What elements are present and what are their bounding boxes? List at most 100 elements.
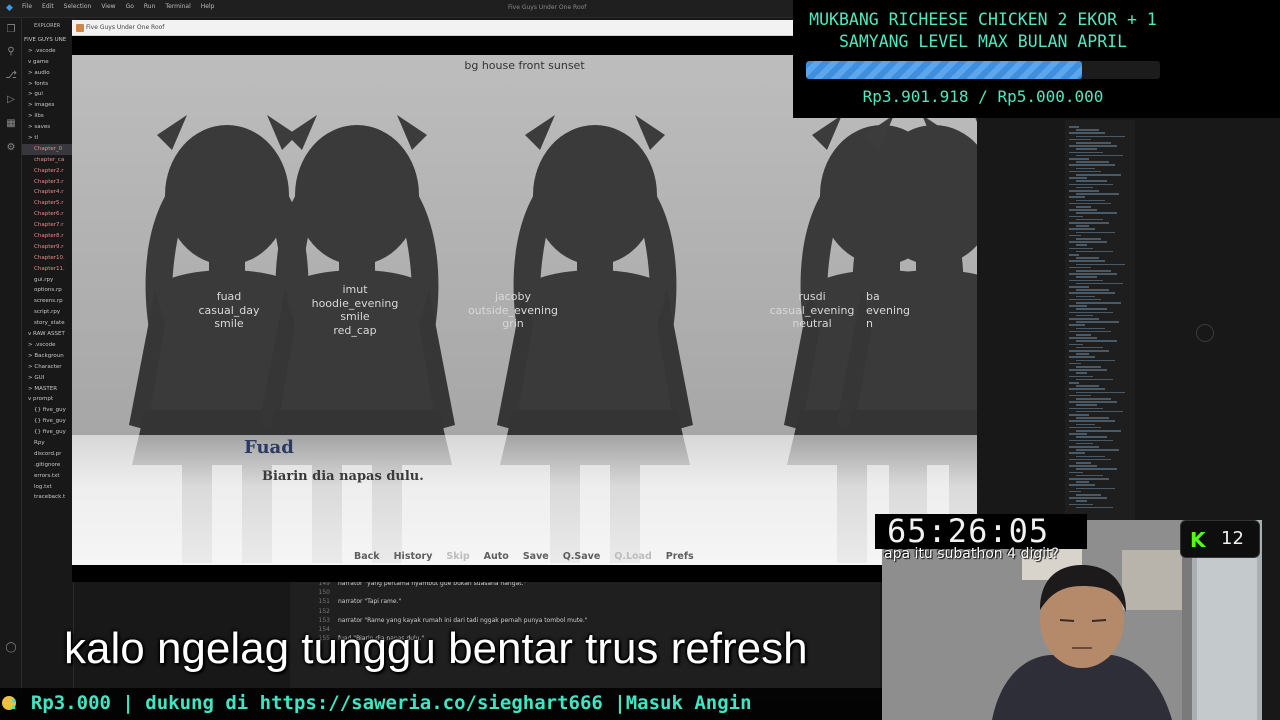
minimap-line [1076,410,1123,413]
explorer-item[interactable]: > audio [22,68,73,79]
minimap-line [1069,330,1111,333]
minimap-line [1069,241,1107,243]
explorer-item[interactable]: Chapter8.r [22,231,73,242]
vscode-menu-item[interactable]: File [22,3,32,10]
explorer-item[interactable]: > .vscode [22,46,73,57]
explorer-item[interactable]: Chapter7.r [22,220,73,231]
explorer-item[interactable]: screens.rp [22,296,73,307]
minimap-line [1069,490,1081,493]
char-label-line: ba [866,290,880,303]
explorer-item[interactable]: > libs [22,111,73,122]
minimap-line [1076,180,1107,182]
char-label-line: rusdi [798,290,826,303]
explorer-item[interactable]: > Backgroun [22,351,73,362]
quick-menu-auto-button[interactable]: Auto [484,551,509,562]
quick-menu-back-button[interactable]: Back [354,551,380,562]
char-label-line: grin [502,317,524,330]
extensions-icon[interactable]: ▦ [5,118,17,130]
explorer-item[interactable]: discord.pr [22,449,73,460]
vscode-menu-item[interactable]: View [101,3,115,10]
vscode-menu-item[interactable]: Run [144,3,156,10]
explorer-item[interactable]: Chapter10. [22,253,73,264]
explorer-item[interactable]: Rpy [22,438,73,449]
vscode-menu-item[interactable]: Selection [64,3,92,10]
vscode-menu-item[interactable]: Terminal [165,3,190,10]
explorer-item[interactable]: > tl [22,133,73,144]
explorer-item[interactable]: > fonts [22,79,73,90]
editor-minimap[interactable] [1065,120,1135,520]
copilot-icon[interactable] [1196,324,1214,342]
explorer-item[interactable]: Chapter2.r [22,166,73,177]
minimap-line [1069,196,1085,198]
explorer-item[interactable]: FIVE GUYS UNE [22,35,73,46]
search-icon[interactable]: ⚲ [5,46,17,58]
game-scene[interactable]: bg house front sunset fuad casual_day sm… [72,55,977,565]
explorer-item[interactable]: traceback.t [22,492,73,503]
minimap-line [1069,234,1081,237]
run-debug-icon[interactable]: ▷ [5,94,17,106]
minimap-line [1076,346,1103,349]
explorer-item[interactable]: {} five_guy [22,405,73,416]
explorer-item[interactable]: {} five_guy [22,416,73,427]
minimap-line [1076,340,1117,342]
quick-menu-qsave-button[interactable]: Q.Save [563,551,601,562]
explorer-item[interactable]: > GUI [22,373,73,384]
minimap-line [1069,202,1111,205]
explorer-item[interactable]: Chapter3.r [22,177,73,188]
explorer-item[interactable]: > gui [22,89,73,100]
explorer-item[interactable]: Chapter9.r [22,242,73,253]
kick-logo-icon: K [1190,528,1206,552]
quick-menu-prefs-button[interactable]: Prefs [666,551,694,562]
minimap-line [1069,420,1115,422]
minimap-line [1076,474,1103,477]
dialogue-box[interactable]: Fuad Biarin dia napas dulu. Back History S… [72,435,977,565]
vscode-menu-item[interactable]: Help [201,3,215,10]
goal-progress-bar [806,61,1160,79]
chat-overlay-message: apa itu subathon 4 digit? [884,546,1059,562]
explorer-item[interactable]: > MASTER [22,384,73,395]
explorer-item[interactable]: script.rpy [22,307,73,318]
explorer-item[interactable]: gui.rpy [22,275,73,286]
explorer-item[interactable]: .gitignore [22,460,73,471]
quick-menu-history-button[interactable]: History [394,551,433,562]
explorer-item[interactable]: errors.txt [22,471,73,482]
quick-menu-qload-button[interactable]: Q.Load [614,551,651,562]
explorer-item[interactable]: options.rp [22,285,73,296]
explorer-item[interactable]: Chapter_0 [22,143,73,155]
code-text: narrator "Rame yang kayak rumah ini dari… [338,616,588,624]
explorer-item[interactable]: v prompt [22,394,73,405]
explorer-item[interactable]: v game [22,57,73,68]
minimap-line [1069,126,1079,128]
explorer-item[interactable]: v RAW ASSET [22,329,73,340]
explorer-item[interactable]: chapter_ca [22,155,73,166]
explorer-item[interactable]: log.txt [22,482,73,493]
minimap-line [1069,484,1095,486]
explorer-item[interactable]: Chapter6.r [22,209,73,220]
explorer-item[interactable]: Chapter4.r [22,187,73,198]
game-app-icon [76,24,84,32]
explorer-item[interactable]: {} five_guy [22,427,73,438]
activity-bar: ❐ ⚲ ⎇ ▷ ▦ ⚙ ◯ [0,18,22,700]
explorer-icon[interactable]: ❐ [5,24,17,36]
explorer-item[interactable]: > images [22,100,73,111]
quick-menu-skip-button[interactable]: Skip [446,551,469,562]
vscode-menu-item[interactable]: Go [126,3,134,10]
account-icon[interactable]: ◯ [5,642,17,654]
char-label-fuad: fuad casual_day smile [179,290,279,331]
explorer-item[interactable]: Chapter11. [22,264,73,275]
minimap-line [1076,327,1105,330]
quick-menu: Back History Skip Auto Save Q.Save Q.Load Prefs [354,551,708,562]
source-control-icon[interactable]: ⎇ [5,70,17,82]
vscode-menu-bar: File Edit Selection View Go Run Terminal Help [22,3,214,10]
explorer-item[interactable]: > .vscode [22,340,73,351]
minimap-line [1076,417,1109,419]
minimap-line [1076,206,1091,208]
explorer-item[interactable]: Chapter5.r [22,198,73,209]
vscode-menu-item[interactable]: Edit [42,3,54,10]
explorer-item[interactable]: story_state [22,318,73,329]
settings-gear-icon[interactable]: ⚙ [5,142,17,154]
explorer-item[interactable]: > saves [22,122,73,133]
explorer-item[interactable]: > Character [22,362,73,373]
minimap-line [1076,372,1087,374]
quick-menu-save-button[interactable]: Save [523,551,549,562]
